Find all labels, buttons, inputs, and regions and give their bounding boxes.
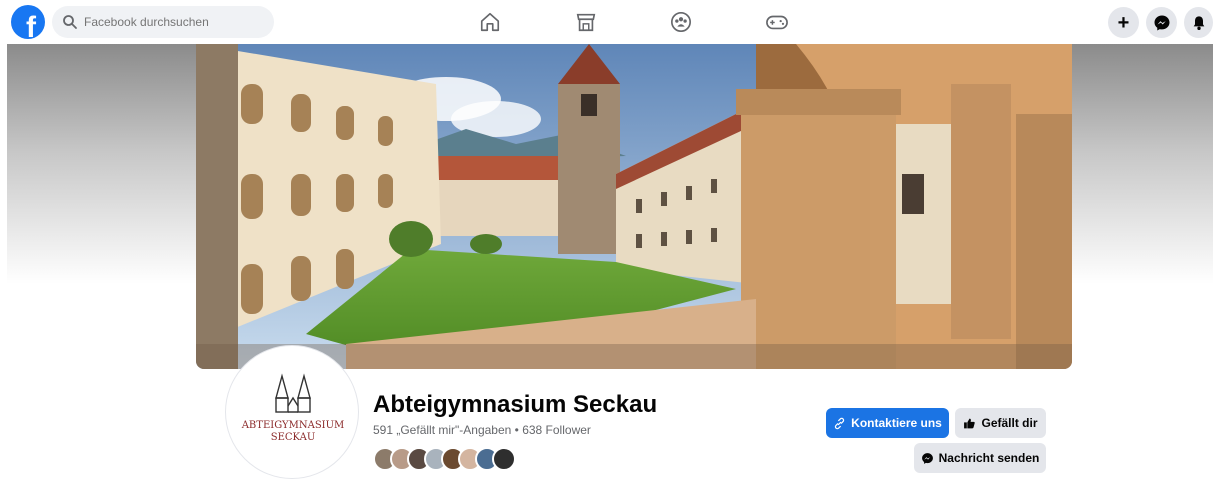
messenger-icon — [1154, 15, 1169, 30]
notifications-button[interactable] — [1184, 7, 1213, 38]
friend-avatar[interactable] — [492, 447, 516, 471]
cover-photo-image — [196, 44, 1072, 369]
send-message-button-label: Nachricht senden — [938, 451, 1040, 465]
profile-avatar[interactable]: ABTEIGYMNASIUM SECKAU — [225, 345, 359, 479]
facebook-logo[interactable]: f — [11, 5, 45, 39]
notifications-bell-icon — [1193, 15, 1204, 30]
create-button[interactable]: + — [1108, 7, 1139, 38]
like-button-label: Gefällt dir — [981, 416, 1038, 430]
cover-photo[interactable] — [196, 44, 1072, 369]
friend-avatars-row[interactable] — [373, 447, 516, 473]
home-icon[interactable] — [477, 9, 503, 35]
messenger-icon — [921, 452, 934, 465]
search-icon — [63, 15, 77, 29]
like-button[interactable]: Gefällt dir — [955, 408, 1046, 438]
send-message-button[interactable]: Nachricht senden — [914, 443, 1046, 473]
avatar-logo-line2: SECKAU — [271, 432, 316, 443]
contact-button-label: Kontaktiere uns — [851, 416, 942, 430]
search-input[interactable] — [84, 15, 264, 29]
groups-icon[interactable] — [668, 9, 694, 35]
contact-button[interactable]: Kontaktiere uns — [826, 408, 949, 438]
likes-followers-count[interactable]: 591 „Gefällt mir"-Angaben • 638 Follower — [373, 423, 591, 437]
plus-icon: + — [1117, 11, 1130, 34]
page-title: Abteigymnasium Seckau — [373, 391, 658, 418]
messenger-button[interactable] — [1146, 7, 1177, 38]
top-navigation-bar: f + — [0, 0, 1213, 44]
thumbs-up-icon — [963, 417, 976, 430]
search-bar[interactable] — [52, 6, 274, 38]
marketplace-icon[interactable] — [573, 9, 599, 35]
abbey-towers-logo-icon: ABTEIGYMNASIUM SECKAU — [241, 373, 345, 443]
link-icon — [833, 417, 846, 430]
gaming-icon[interactable] — [764, 9, 790, 35]
avatar-logo-line1: ABTEIGYMNASIUM — [241, 420, 345, 431]
